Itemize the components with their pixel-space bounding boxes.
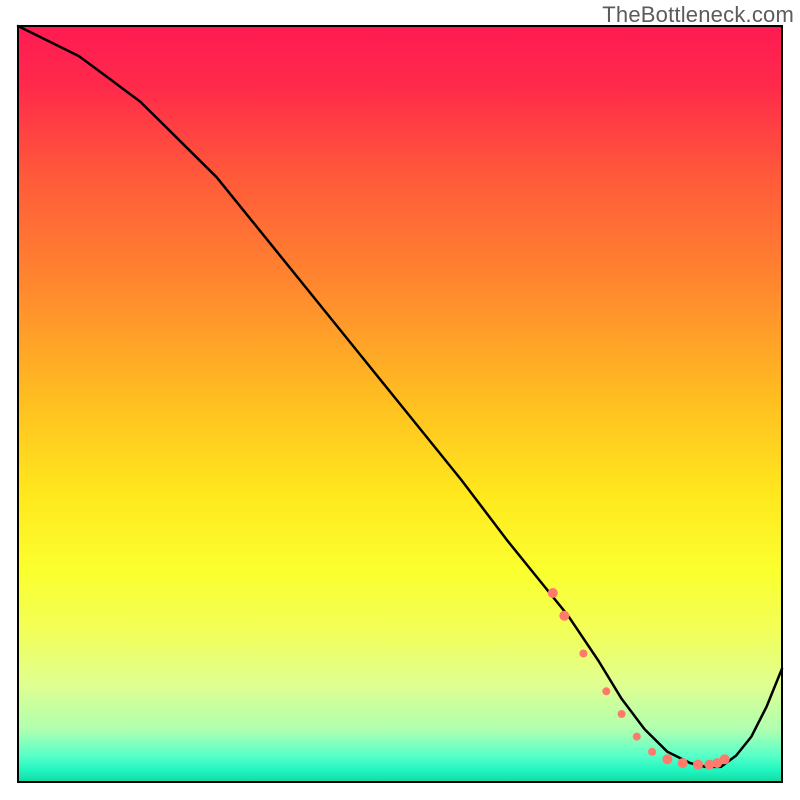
chart-container: TheBottleneck.com [0, 0, 800, 800]
marker-dot [693, 760, 703, 770]
marker-dot [618, 710, 626, 718]
marker-dot [579, 650, 587, 658]
marker-dot [662, 754, 672, 764]
plot-area [18, 26, 782, 782]
marker-dot [633, 733, 641, 741]
marker-dot [548, 588, 558, 598]
attribution-label: TheBottleneck.com [602, 2, 794, 28]
marker-dot [648, 748, 656, 756]
marker-dot [602, 687, 610, 695]
marker-dot [720, 754, 730, 764]
marker-dot [559, 611, 569, 621]
marker-dot [678, 758, 688, 768]
chart-svg [0, 0, 800, 800]
